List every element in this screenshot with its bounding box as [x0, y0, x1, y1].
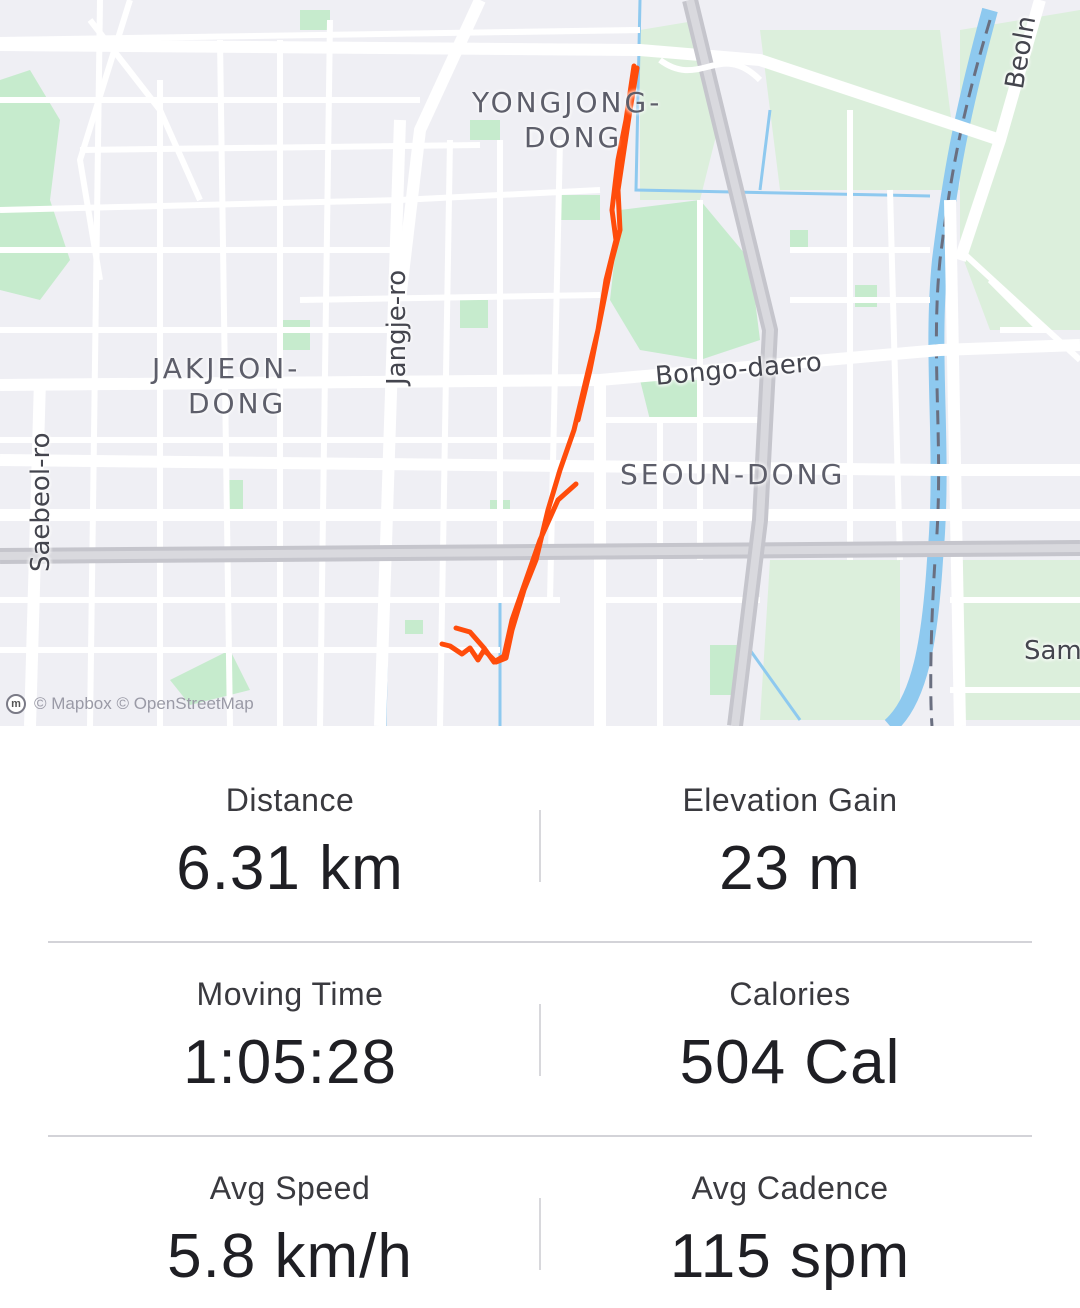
attribution-text: © Mapbox © OpenStreetMap	[34, 694, 254, 713]
area-label-jakjeon: JAKJEON- DONG	[152, 352, 301, 420]
stat-value: 504 Cal	[679, 1028, 901, 1097]
area-label-yongjong: YONGJONG- DONG	[472, 86, 663, 154]
stat-label: Calories	[729, 976, 851, 1012]
stats-row-2: Moving Time 1:05:28 Calories 504 Cal	[0, 920, 1080, 1114]
street-label-saebeol: Saebeol-ro	[26, 432, 56, 572]
stat-moving-time: Moving Time 1:05:28	[40, 920, 540, 1114]
stats-row-3: Avg Speed 5.8 km/h Avg Cadence 115 spm	[0, 1114, 1080, 1308]
stat-value: 23 m	[719, 834, 861, 903]
stats-row-1: Distance 6.31 km Elevation Gain 23 m	[0, 726, 1080, 920]
map-attribution[interactable]: m © Mapbox © OpenStreetMap	[6, 694, 254, 714]
stat-label: Avg Cadence	[691, 1170, 889, 1206]
stat-avg-cadence: Avg Cadence 115 spm	[540, 1114, 1040, 1308]
stat-distance: Distance 6.31 km	[40, 726, 540, 920]
street-label-jangje: Jangje-ro	[382, 269, 412, 385]
stat-label: Elevation Gain	[682, 782, 898, 818]
stat-value: 1:05:28	[183, 1028, 397, 1097]
stat-value: 5.8 km/h	[167, 1222, 413, 1291]
stat-value: 115 spm	[669, 1222, 911, 1291]
stat-elevation-gain: Elevation Gain 23 m	[540, 726, 1040, 920]
stat-label: Distance	[225, 782, 355, 818]
stat-label: Moving Time	[196, 976, 384, 1012]
mapbox-logo-icon: m	[6, 694, 26, 714]
stat-avg-speed: Avg Speed 5.8 km/h	[40, 1114, 540, 1308]
activity-stats: Distance 6.31 km Elevation Gain 23 m Mov…	[0, 726, 1080, 1299]
street-label-sam: Sam	[1024, 636, 1080, 666]
stat-label: Avg Speed	[209, 1170, 371, 1206]
stat-value: 6.31 km	[176, 834, 404, 903]
activity-map[interactable]: YONGJONG- DONG JAKJEON- DONG SEOUN-DONG …	[0, 0, 1080, 726]
route-line	[439, 63, 640, 665]
area-label-seoun: SEOUN-DONG	[620, 458, 846, 491]
stat-calories: Calories 504 Cal	[540, 920, 1040, 1114]
